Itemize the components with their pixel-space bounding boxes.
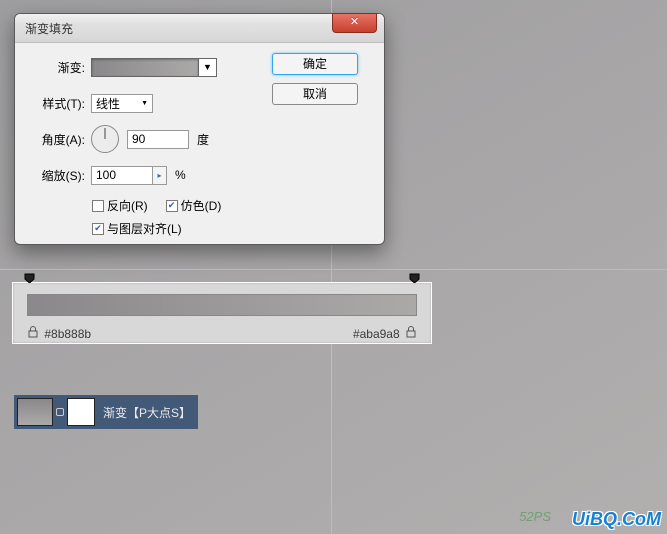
gradient-preview[interactable] xyxy=(91,58,199,77)
left-hex: #8b888b xyxy=(44,327,91,341)
checkbox-icon xyxy=(92,200,104,212)
gradient-editor: #8b888b #aba9a8 xyxy=(12,282,432,344)
lock-icon xyxy=(28,326,38,338)
scale-label: 缩放(S): xyxy=(29,167,85,184)
chevron-right-icon: ▸ xyxy=(157,171,161,180)
layer-name: 渐变【P大点S】 xyxy=(103,404,191,421)
watermark-sub: 52PS xyxy=(519,509,551,524)
layer-mask-thumb[interactable] xyxy=(67,398,95,426)
dither-checkbox[interactable]: ✔ 仿色(D) xyxy=(166,197,222,214)
style-value: 线性 xyxy=(96,95,120,112)
style-label: 样式(T): xyxy=(29,95,85,112)
close-button[interactable]: ✕ xyxy=(332,13,377,33)
reverse-label: 反向(R) xyxy=(107,197,148,214)
gradient-dropdown-button[interactable]: ▼ xyxy=(199,58,217,77)
right-hex: #aba9a8 xyxy=(353,327,400,341)
chevron-down-icon: ▼ xyxy=(203,62,212,72)
opacity-stop-left[interactable] xyxy=(24,273,35,283)
lock-icon xyxy=(406,326,416,338)
align-checkbox[interactable]: ✔ 与图层对齐(L) xyxy=(92,220,182,237)
angle-unit: 度 xyxy=(197,131,209,148)
opacity-stop-right[interactable] xyxy=(409,273,420,283)
guide-horizontal xyxy=(0,269,667,270)
watermark: UiBQ.CoM xyxy=(572,509,661,530)
gradient-bar[interactable] xyxy=(27,294,417,316)
checkbox-icon: ✔ xyxy=(166,200,178,212)
dialog-titlebar[interactable]: 渐变填充 ✕ xyxy=(15,14,384,43)
gradient-label: 渐变: xyxy=(29,59,85,76)
dither-label: 仿色(D) xyxy=(181,197,222,214)
checkbox-icon: ✔ xyxy=(92,223,104,235)
scale-stepper[interactable]: ▸ xyxy=(153,166,167,185)
layer-item[interactable]: 渐变【P大点S】 xyxy=(14,395,198,429)
align-label: 与图层对齐(L) xyxy=(107,220,182,237)
style-select[interactable]: 线性 ▼ xyxy=(91,94,153,113)
layer-link-icon[interactable] xyxy=(56,408,64,416)
angle-dial[interactable] xyxy=(91,125,119,153)
gradient-fill-dialog: 渐变填充 ✕ 渐变: ▼ 样式(T): 线性 ▼ 角度(A): xyxy=(14,13,385,245)
close-icon: ✕ xyxy=(350,16,359,28)
dialog-title: 渐变填充 xyxy=(25,22,73,36)
scale-input[interactable] xyxy=(91,166,153,185)
cancel-button[interactable]: 取消 xyxy=(272,83,358,105)
angle-input[interactable] xyxy=(127,130,189,149)
chevron-down-icon: ▼ xyxy=(141,100,148,107)
scale-unit: % xyxy=(175,168,186,182)
ok-button[interactable]: 确定 xyxy=(272,53,358,75)
reverse-checkbox[interactable]: 反向(R) xyxy=(92,197,148,214)
angle-label: 角度(A): xyxy=(29,131,85,148)
layer-gradient-thumb[interactable] xyxy=(17,398,53,426)
